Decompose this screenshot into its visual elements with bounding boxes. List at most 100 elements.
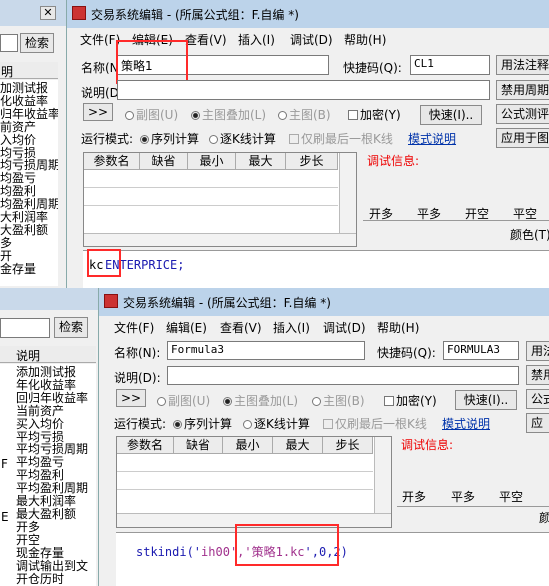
menu-debug[interactable]: 调试(D) (323, 319, 366, 336)
back-close-button[interactable]: ✕ (40, 6, 56, 20)
shortcut-input[interactable]: FORMULA3 (443, 341, 519, 360)
list-item[interactable]: 前资产 (0, 120, 58, 134)
checkbox-icon (289, 134, 299, 144)
list-item[interactable]: 年化收益率 (16, 379, 88, 392)
param-col-default: 缺省 (174, 437, 223, 454)
menu-insert[interactable]: 插入(I) (238, 31, 275, 48)
tab-close-short[interactable]: 平空 (513, 205, 537, 222)
option-main-overlay[interactable]: 主图叠加(L) (191, 106, 266, 123)
shortcut-input[interactable]: CL1 (410, 55, 490, 75)
menu-insert[interactable]: 插入(I) (273, 319, 310, 336)
fast-button[interactable]: 快速(I).. (420, 105, 482, 125)
back-search-button[interactable]: 检索 (20, 33, 54, 53)
list-item[interactable]: 化收益率 (0, 95, 58, 108)
apply-chart-button[interactable]: 应用于图 (496, 128, 549, 148)
param-row[interactable] (117, 471, 373, 472)
list-item[interactable]: 现金存量 (16, 546, 88, 560)
list-item[interactable]: 开空 (16, 533, 88, 547)
code-editor[interactable]: kc ENTERPRICE; (83, 250, 549, 288)
desc-input[interactable] (117, 80, 490, 100)
list-item[interactable]: 添加测试报 (16, 366, 88, 379)
option-encrypt[interactable]: 加密(Y) (384, 392, 437, 409)
usage-notes-button[interactable]: 用法 (526, 341, 549, 361)
param-col-step: 步长 (286, 153, 338, 170)
fast-button[interactable]: 快速(I).. (455, 390, 517, 410)
option-sub-chart-label: 副图(U) (168, 394, 211, 408)
list-item[interactable]: 调试输出到文 (16, 559, 88, 573)
highlight-name (116, 40, 188, 84)
tab-close-long[interactable]: 平多 (451, 488, 475, 505)
editor-window-2: 交易系统编辑 - (所属公式组：F.自编 *) 文件(F) 编辑(E) 查看(V… (98, 288, 549, 586)
run-seq-calc[interactable]: 序列计算 (140, 130, 199, 147)
option-encrypt-label: 加密(Y) (360, 108, 401, 122)
list-item[interactable]: 开多 (16, 520, 88, 534)
arrow-button[interactable]: >> (116, 389, 146, 407)
list-item[interactable]: 加测试报 (0, 82, 58, 95)
menu-view[interactable]: 查看(V) (185, 31, 227, 48)
param-row[interactable] (84, 205, 338, 206)
run-step-calc[interactable]: 逐K线计算 (243, 415, 310, 432)
list-item[interactable]: 多 (0, 236, 58, 250)
option-main-chart[interactable]: 主图(B) (278, 106, 331, 123)
desc-input[interactable] (167, 366, 519, 385)
tab-close-long[interactable]: 平多 (417, 205, 441, 222)
menu-help[interactable]: 帮助(H) (344, 31, 386, 48)
option-sub-chart[interactable]: 副图(U) (125, 106, 178, 123)
list-item[interactable]: 买入均价 (16, 417, 88, 431)
list-item[interactable]: 开 (0, 249, 58, 263)
radio-icon (243, 420, 252, 429)
param-hscrollbar[interactable] (84, 233, 356, 246)
list-item[interactable]: 回归年收益率 (16, 391, 88, 405)
menu-debug[interactable]: 调试(D) (290, 31, 333, 48)
tab-open-long[interactable]: 开多 (369, 205, 393, 222)
usage-notes-button[interactable]: 用法注释 (496, 55, 549, 75)
list-item[interactable]: 当前资产 (16, 404, 88, 418)
shortcut-label: 快捷码(Q): (377, 346, 436, 360)
mode-help-link[interactable]: 模式说明 (408, 130, 456, 147)
back2-search-input[interactable] (0, 318, 50, 338)
back-search-input[interactable] (0, 34, 18, 52)
param-vscrollbar[interactable] (374, 437, 391, 513)
run-seq-calc[interactable]: 序列计算 (173, 415, 232, 432)
checkbox-icon (348, 110, 358, 120)
formula-test-button[interactable]: 公式 (526, 389, 549, 409)
run-step-calc[interactable]: 逐K线计算 (209, 130, 276, 147)
param-col-step: 步长 (323, 437, 373, 454)
tab-open-short[interactable]: 开空 (465, 205, 489, 222)
window2-title: 交易系统编辑 - (所属公式组：F.自编 *) (123, 296, 331, 310)
option-sub-chart[interactable]: 副图(U) (157, 392, 210, 409)
disable-button[interactable]: 禁用 (526, 365, 549, 385)
last-bar-option[interactable]: 仅刷最后一根K线 (323, 415, 427, 432)
formula-test-button[interactable]: 公式测评 (496, 104, 549, 124)
arrow-button[interactable]: >> (83, 103, 113, 121)
back2-search-button[interactable]: 检索 (54, 317, 88, 338)
name-input[interactable]: Formula3 (167, 341, 365, 360)
option-main-overlay[interactable]: 主图叠加(L) (223, 392, 298, 409)
menu-file[interactable]: 文件(F) (114, 319, 154, 336)
list-item[interactable]: 入均价 (0, 133, 58, 147)
color-label: 颜 (539, 509, 549, 526)
tab-close-short[interactable]: 平空 (499, 488, 523, 505)
tab-open-long[interactable]: 开多 (402, 488, 426, 505)
list-item[interactable]: 归年收益率 (0, 107, 58, 121)
param-vscrollbar[interactable] (339, 153, 356, 233)
menu-view[interactable]: 查看(V) (220, 319, 262, 336)
list-item[interactable]: 开仓历时 (16, 572, 88, 586)
back2-letter-f: F (1, 457, 8, 471)
menu-file[interactable]: 文件(F) (80, 31, 120, 48)
param-table: 参数名 缺省 最小 最大 步长 (116, 436, 392, 528)
option-encrypt[interactable]: 加密(Y) (348, 106, 401, 123)
param-row[interactable] (117, 489, 373, 490)
param-row[interactable] (84, 187, 338, 188)
disable-period-button[interactable]: 禁用周期 (496, 80, 549, 100)
apply-button[interactable]: 应 (526, 413, 549, 433)
mode-help-link[interactable]: 模式说明 (442, 415, 490, 432)
list-item[interactable]: 大盈利额 (0, 224, 58, 237)
list-item[interactable]: 金存量 (0, 262, 58, 276)
list-item[interactable]: 最大盈利额 (16, 508, 88, 521)
back2-list-box: F E 添加测试报 年化收益率 回归年收益率 当前资产 买入均价 平均亏损 平均亏损周期 平均… (0, 364, 96, 586)
menu-edit[interactable]: 编辑(E) (166, 319, 207, 336)
menu-help[interactable]: 帮助(H) (377, 319, 419, 336)
last-bar-option[interactable]: 仅刷最后一根K线 (289, 130, 393, 147)
option-main-chart[interactable]: 主图(B) (312, 392, 365, 409)
